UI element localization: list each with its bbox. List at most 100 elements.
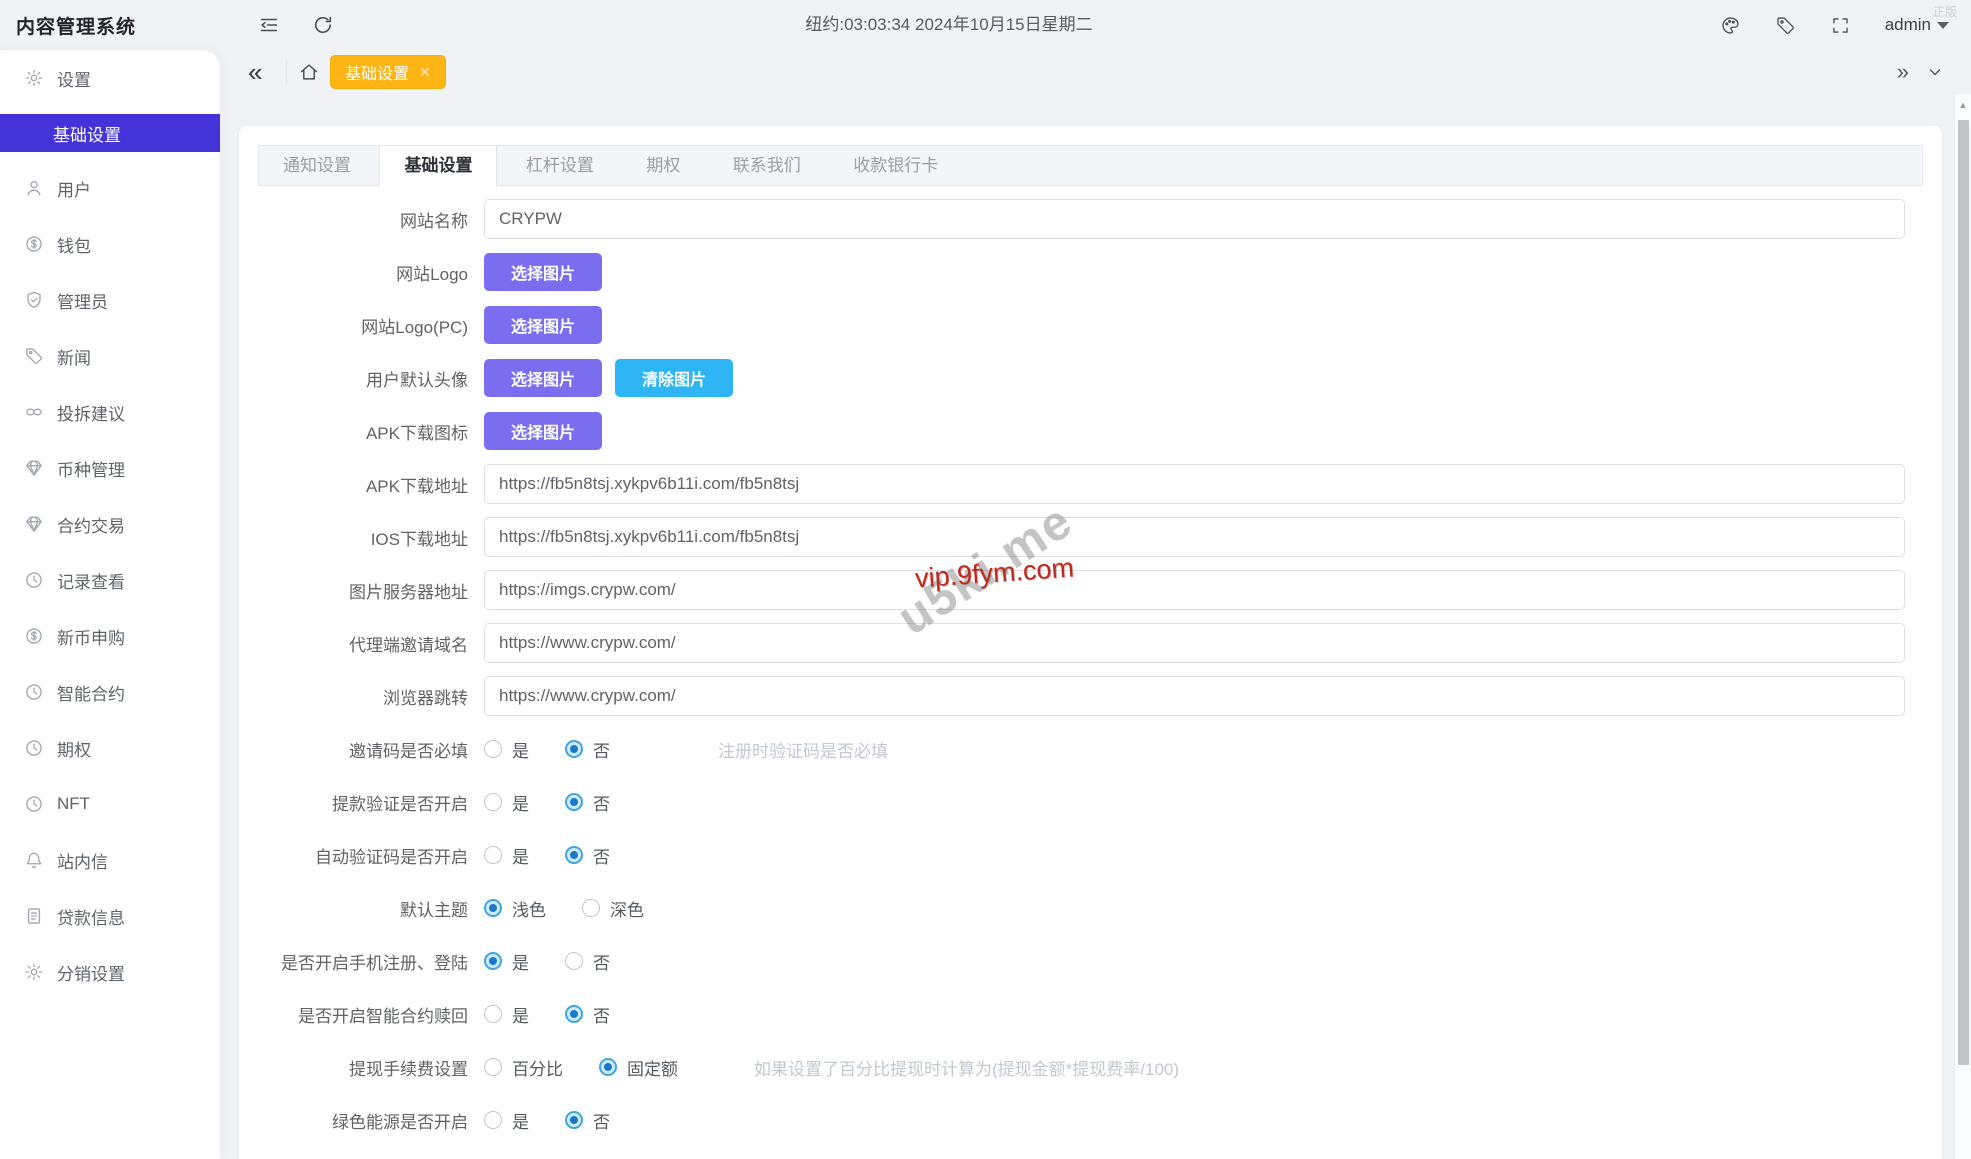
settings-card: 通知设置 基础设置 杠杆设置 期权 联系我们 收款银行卡 网站名称 网站Logo…: [239, 126, 1942, 1159]
history-icon: [26, 572, 42, 588]
home-icon[interactable]: [298, 61, 320, 83]
radio-yes[interactable]: 是: [484, 790, 529, 815]
sidebar-item-loan-info[interactable]: 贷款信息: [0, 888, 220, 944]
sidebar-item-wallet[interactable]: 钱包: [0, 216, 220, 272]
image-server-input[interactable]: [484, 570, 1905, 610]
radio-no[interactable]: 否: [565, 737, 610, 762]
field-label: 默认主题: [400, 900, 468, 920]
coin-icon: [26, 236, 42, 252]
theme-palette-icon[interactable]: [1720, 15, 1741, 36]
sidebar-item-basic-settings-active[interactable]: 基础设置: [0, 114, 220, 152]
route-tag-label: 基础设置: [345, 66, 410, 83]
field-label: APK下载地址: [365, 476, 468, 496]
select-image-button[interactable]: 选择图片: [484, 359, 603, 397]
tab-options[interactable]: 期权: [622, 146, 704, 186]
close-icon[interactable]: ✕: [419, 64, 431, 81]
tab-contact-us[interactable]: 联系我们: [709, 146, 825, 186]
radio-no[interactable]: 否: [565, 1108, 610, 1133]
radio-circle-icon: [484, 1111, 502, 1129]
tab-leverage-settings[interactable]: 杠杆设置: [502, 146, 618, 186]
scrollbar-thumb[interactable]: [1958, 120, 1969, 1065]
radio-no[interactable]: 否: [565, 1002, 610, 1027]
radio-circle-icon: [565, 740, 583, 758]
sidebar-item-label: 智能合约: [57, 684, 125, 704]
refresh-icon[interactable]: [312, 14, 334, 36]
sidebar-item-label: 设置: [57, 70, 91, 90]
radio-no[interactable]: 否: [565, 843, 610, 868]
radio-circle-icon: [582, 899, 600, 917]
doc-icon: [27, 908, 41, 924]
form-row: 网站名称: [258, 199, 1923, 239]
double-right-arrow-icon[interactable]: »: [1897, 58, 1909, 86]
sidebar-item-feedback[interactable]: 投拆建议: [0, 384, 220, 440]
tag-icon[interactable]: [1775, 15, 1796, 36]
sidebar-item-contract-trade[interactable]: 合约交易: [0, 496, 220, 552]
sidebar-item-label: 基础设置: [53, 125, 121, 145]
chevron-down-icon: [1937, 21, 1949, 29]
apk-url-input[interactable]: [484, 464, 1905, 504]
select-image-button[interactable]: 选择图片: [484, 306, 603, 344]
select-image-button[interactable]: 选择图片: [484, 253, 603, 291]
tab-notify-settings[interactable]: 通知设置: [259, 146, 375, 186]
sidebar-item-label: 站内信: [57, 852, 108, 872]
sidebar-item-label: 用户: [57, 180, 91, 200]
radio-circle-icon: [484, 793, 502, 811]
sidebar-item-distribution[interactable]: 分销设置: [0, 944, 220, 1000]
chevron-down-icon[interactable]: [1925, 62, 1945, 82]
sidebar-item-label: 新闻: [57, 348, 91, 368]
tab-bank-cards[interactable]: 收款银行卡: [829, 146, 962, 186]
field-label: 网站名称: [400, 211, 468, 231]
radio-light-theme[interactable]: 浅色: [484, 896, 546, 921]
sidebar-item-label: 记录查看: [57, 572, 125, 592]
active-route-tag[interactable]: 基础设置 ✕: [330, 55, 446, 89]
tags-view-bar: « 基础设置 ✕ »: [220, 50, 1971, 94]
field-label: 浏览器跳转: [383, 688, 468, 708]
sidebar-item-news[interactable]: 新闻: [0, 328, 220, 384]
clear-image-button[interactable]: 清除图片: [615, 359, 734, 397]
browser-redirect-input[interactable]: [484, 676, 1905, 716]
scrollbar-up-arrow[interactable]: ▲: [1955, 100, 1971, 110]
sidebar-item-label: 合约交易: [57, 516, 125, 536]
sidebar-item-users[interactable]: 用户: [0, 160, 220, 216]
radio-yes[interactable]: 是: [484, 1108, 529, 1133]
sidebar-item-messages[interactable]: 站内信: [0, 832, 220, 888]
ios-url-input[interactable]: [484, 517, 1905, 557]
radio-no[interactable]: 否: [565, 949, 610, 974]
radio-circle-icon: [484, 1005, 502, 1023]
gear-icon: [25, 69, 43, 87]
form-row: 提款验证是否开启 是 否: [258, 782, 1923, 822]
sidebar-item-label: 期权: [57, 740, 91, 760]
site-name-input[interactable]: [484, 199, 1905, 239]
sidebar-item-options[interactable]: 期权: [0, 720, 220, 776]
sidebar-item-records[interactable]: 记录查看: [0, 552, 220, 608]
radio-dark-theme[interactable]: 深色: [582, 896, 644, 921]
field-label: 邀请码是否必填: [349, 741, 468, 761]
radio-yes[interactable]: 是: [484, 843, 529, 868]
sidebar-item-new-coin[interactable]: 新币申购: [0, 608, 220, 664]
field-label: 提现手续费设置: [349, 1059, 468, 1079]
radio-yes[interactable]: 是: [484, 1002, 529, 1027]
agent-domain-input[interactable]: [484, 623, 1905, 663]
sidebar-item-label: 钱包: [57, 236, 91, 256]
sidebar: 内容管理系统 设置 基础设置 用户 钱包 管理员 新闻 投拆建议 币种管理 合约…: [0, 0, 220, 1159]
form-row: 默认主题 浅色 深色: [258, 888, 1923, 928]
select-image-button[interactable]: 选择图片: [484, 412, 603, 450]
sidebar-item-admins[interactable]: 管理员: [0, 272, 220, 328]
double-left-arrow-icon[interactable]: «: [248, 56, 262, 88]
radio-yes[interactable]: 是: [484, 737, 529, 762]
field-label: 是否开启智能合约赎回: [298, 1006, 468, 1026]
corner-watermark: 正版: [1932, 5, 1957, 19]
sidebar-item-nft[interactable]: NFT: [0, 776, 220, 832]
sidebar-item-settings[interactable]: 设置: [0, 50, 220, 106]
radio-percentage[interactable]: 百分比: [484, 1055, 563, 1080]
radio-no[interactable]: 否: [565, 790, 610, 815]
field-label: 网站Logo(PC): [361, 317, 468, 337]
fullscreen-icon[interactable]: [1830, 15, 1851, 36]
sidebar-item-smart-contract[interactable]: 智能合约: [0, 664, 220, 720]
sidebar-item-currency-mgmt[interactable]: 币种管理: [0, 440, 220, 496]
radio-fixed-amount[interactable]: 固定额: [599, 1055, 678, 1080]
tab-basic-settings[interactable]: 基础设置: [379, 146, 498, 187]
radio-yes[interactable]: 是: [484, 949, 529, 974]
collapse-menu-icon[interactable]: [258, 14, 280, 36]
form-row: 提现手续费设置 百分比 固定额 如果设置了百分比提现时计算为(提现金额*提现费率…: [258, 1047, 1923, 1087]
